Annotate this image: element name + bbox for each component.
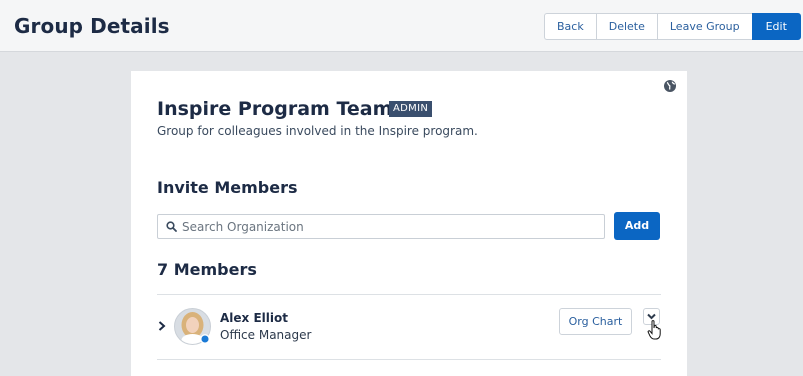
group-description: Group for colleagues involved in the Ins… [157,124,478,138]
group-card: Inspire Program Team ADMIN Group for col… [131,71,687,376]
invite-members-heading: Invite Members [157,178,298,197]
hand-cursor-icon [647,320,661,340]
back-button[interactable]: Back [544,13,596,40]
divider [157,294,661,295]
header-actions: Back Delete Leave Group Edit [544,13,801,40]
globe-icon[interactable] [663,79,677,93]
divider [157,359,661,360]
org-chart-button[interactable]: Org Chart [559,308,632,335]
members-count-heading: 7 Members [157,260,257,279]
member-role: Office Manager [220,328,312,342]
admin-badge: ADMIN [389,101,433,117]
search-field[interactable] [157,214,605,239]
group-name: Inspire Program Team [157,98,393,120]
delete-button[interactable]: Delete [595,13,657,40]
page-title: Group Details [14,14,170,38]
leave-group-button[interactable]: Leave Group [656,13,752,40]
chevron-right-icon[interactable] [157,320,167,332]
search-input[interactable] [182,217,592,236]
search-icon [166,221,177,232]
avatar[interactable] [174,308,211,345]
top-bar: Group Details Back Delete Leave Group Ed… [0,0,803,52]
member-name[interactable]: Alex Elliot [220,311,288,325]
edit-button[interactable]: Edit [751,13,801,40]
add-button[interactable]: Add [614,212,660,240]
